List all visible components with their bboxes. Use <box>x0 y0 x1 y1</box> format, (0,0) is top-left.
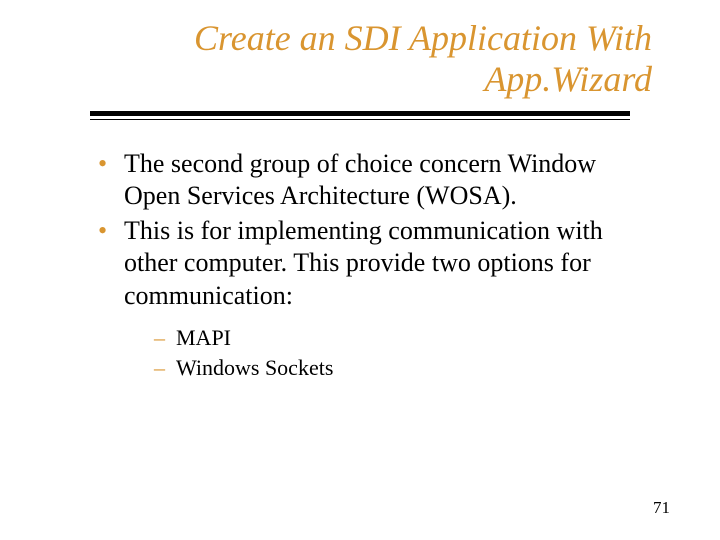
title-line-2: App.Wizard <box>484 59 652 99</box>
divider-thick <box>90 111 630 116</box>
sub-bullet-item: MAPI <box>154 324 630 352</box>
bullet-text: The second group of choice concern Windo… <box>124 149 596 211</box>
bullet-item: The second group of choice concern Windo… <box>98 148 630 213</box>
slide-title: Create an SDI Application With App.Wizar… <box>50 18 670 101</box>
title-line-1: Create an SDI Application With <box>194 18 652 58</box>
bullet-item: This is for implementing communication w… <box>98 215 630 382</box>
slide: Create an SDI Application With App.Wizar… <box>0 0 720 540</box>
page-number: 71 <box>653 498 670 518</box>
sub-bullet-text: Windows Sockets <box>176 355 333 380</box>
sub-bullet-item: Windows Sockets <box>154 354 630 382</box>
bullet-list: The second group of choice concern Windo… <box>98 148 630 382</box>
sub-bullet-list: MAPI Windows Sockets <box>124 324 630 381</box>
sub-bullet-text: MAPI <box>176 325 231 350</box>
bullet-text: This is for implementing communication w… <box>124 216 603 310</box>
divider <box>90 111 630 120</box>
content-area: The second group of choice concern Windo… <box>50 120 670 382</box>
